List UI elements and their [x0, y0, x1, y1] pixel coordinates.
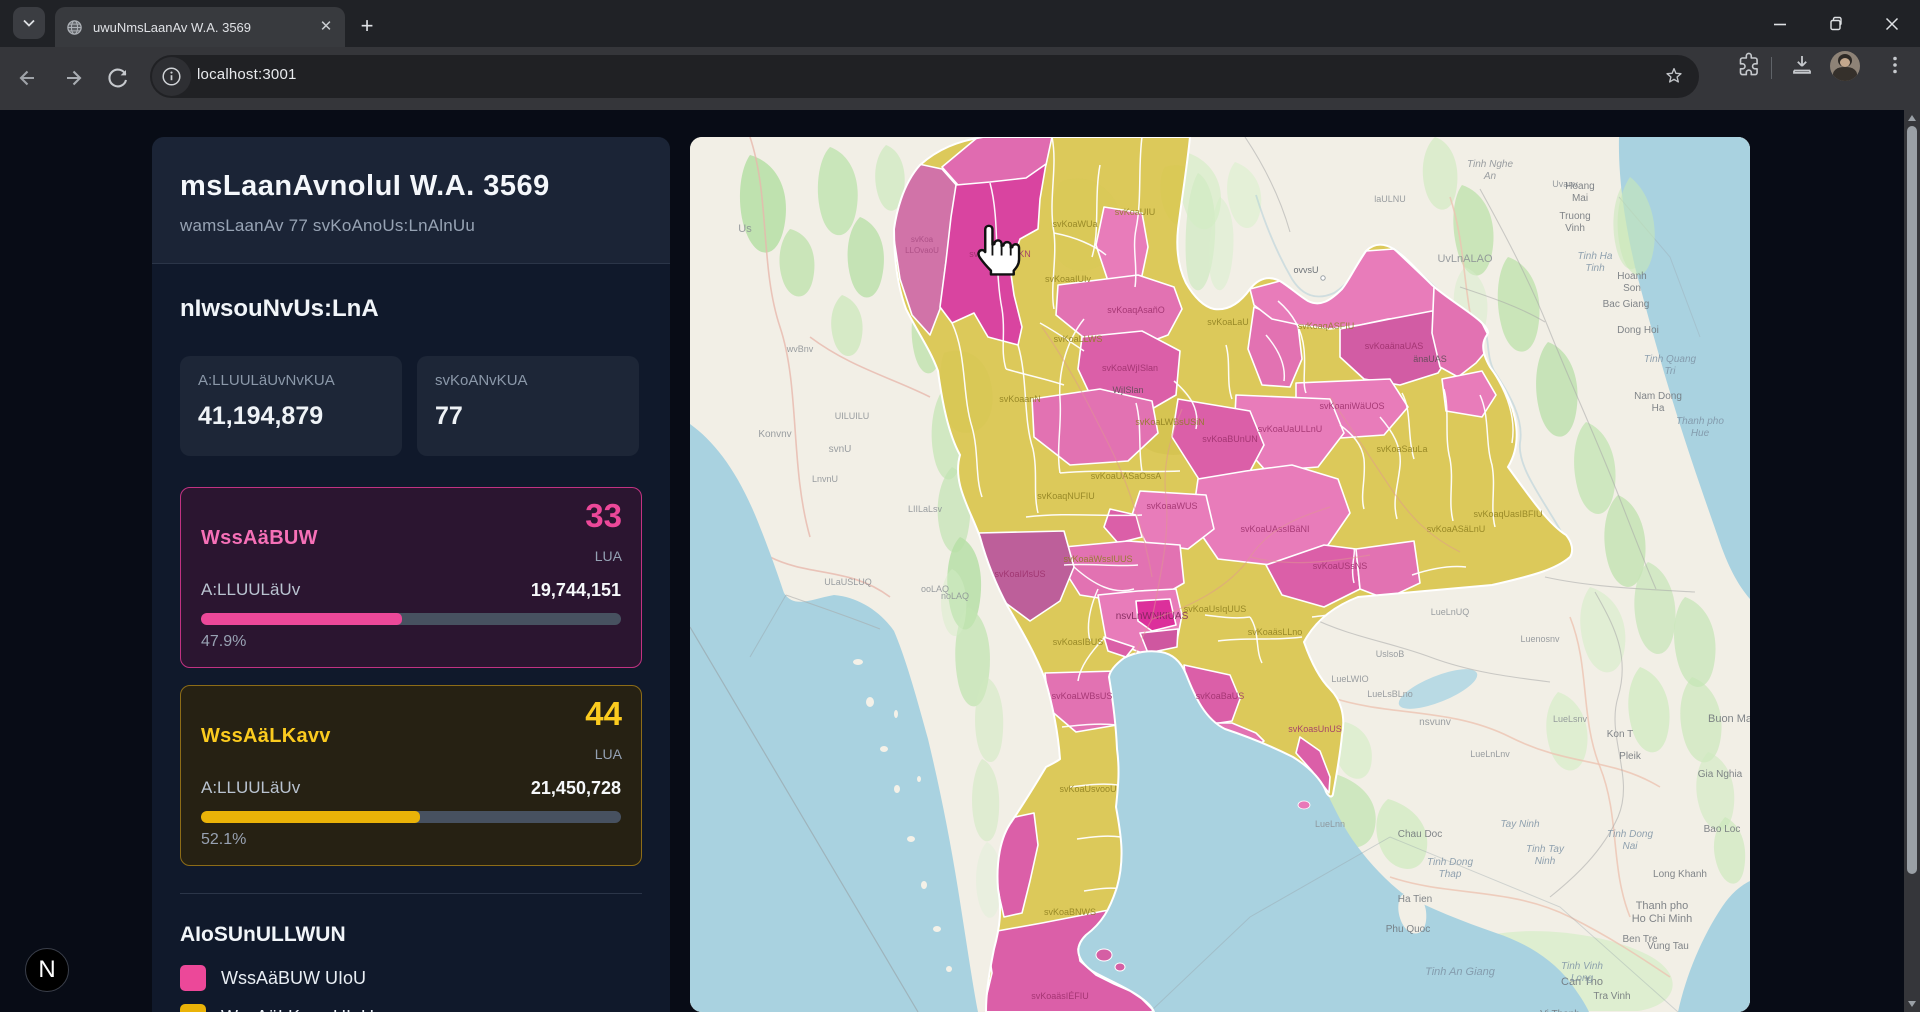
svg-text:LLOvaoU: LLOvaoU — [905, 246, 939, 255]
svg-text:Tinh An Giang: Tinh An Giang — [1425, 966, 1496, 978]
svg-text:LueLnUQ: LueLnUQ — [1431, 607, 1470, 617]
svg-text:svKoaniWäUOS: svKoaniWäUOS — [1319, 401, 1384, 411]
svg-text:Thap: Thap — [1439, 869, 1462, 880]
svg-text:svKoaanN: svKoaanN — [999, 394, 1041, 404]
svg-text:Ninh: Ninh — [1535, 856, 1556, 867]
svg-text:LueLsnv: LueLsnv — [1553, 714, 1588, 724]
svg-text:Truong: Truong — [1559, 211, 1590, 222]
svg-text:Vung Tau: Vung Tau — [1647, 941, 1689, 952]
svg-text:svKoaUASaOssA: svKoaUASaOssA — [1091, 471, 1162, 481]
svg-text:svKoaUAssIBäNI: svKoaUAssIBäNI — [1240, 524, 1309, 534]
svg-text:LueLWIО: LueLWIО — [1331, 674, 1368, 684]
svg-text:Kon T: Kon T — [1607, 729, 1634, 740]
svg-text:Mai: Mai — [1572, 193, 1588, 204]
svg-text:svKoaBaUS: svKoaBaUS — [1196, 691, 1245, 701]
svg-text:svKoaBNWS: svKoaBNWS — [1044, 907, 1096, 917]
svg-text:svKoaaIUIv: svKoaaIUIv — [1045, 274, 1092, 284]
svg-text:Gia Nghia: Gia Nghia — [1698, 769, 1743, 780]
svg-text:svKoaIИsUS: svKoaIИsUS — [995, 569, 1046, 579]
svg-text:UvLnALAO: UvLnALAO — [1437, 253, 1492, 265]
svg-text:ovvsU: ovvsU — [1293, 265, 1318, 275]
svg-text:nsvunv: nsvunv — [1419, 717, 1451, 728]
svg-text:Hoanh: Hoanh — [1617, 271, 1646, 282]
svg-text:Nai: Nai — [1622, 841, 1638, 852]
svg-text:Tri: Tri — [1665, 366, 1677, 377]
svg-text:Hoang: Hoang — [1565, 181, 1594, 192]
svg-text:svKoaqNUFIU: svKoaqNUFIU — [1037, 491, 1095, 501]
svg-text:WjISlan: WjISlan — [1112, 385, 1143, 395]
svg-text:svKoaUIU: svKoaUIU — [1115, 207, 1156, 217]
svg-text:Tinh Nghe: Tinh Nghe — [1467, 159, 1513, 170]
svg-text:LIILaLsv: LIILaLsv — [908, 504, 943, 514]
svg-text:LueLnLnv: LueLnLnv — [1470, 749, 1510, 759]
svg-text:Thanh pho: Thanh pho — [1636, 900, 1689, 912]
svg-text:Long: Long — [1571, 973, 1594, 984]
svg-text:Vinh: Vinh — [1565, 223, 1585, 234]
svg-text:Phu Quoc: Phu Quoc — [1386, 924, 1430, 935]
svg-text:Ha: Ha — [1652, 403, 1665, 414]
svg-text:svKoa: svKoa — [911, 235, 934, 244]
svg-text:svKoaWUa: svKoaWUa — [1052, 219, 1097, 229]
svg-text:Buon Ma: Buon Ma — [1708, 713, 1750, 725]
svg-text:wvBnv: wvBnv — [786, 344, 814, 354]
svg-text:Chau Doc: Chau Doc — [1398, 829, 1442, 840]
svg-text:Ha Tien: Ha Tien — [1398, 894, 1432, 905]
svg-text:svKoaqAsañO: svKoaqAsañO — [1107, 305, 1165, 315]
svg-text:svKoasUnUS: svKoasUnUS — [1288, 724, 1342, 734]
svg-text:svKoaUSsNS: svKoaUSsNS — [1313, 561, 1368, 571]
svg-text:UILUILU: UILUILU — [835, 411, 870, 421]
svg-text:Tra Vinh: Tra Vinh — [1593, 991, 1630, 1002]
svg-text:UslsoB: UslsoB — [1376, 649, 1405, 659]
svg-text:svKoaqASFIU: svKoaqASFIU — [1298, 321, 1355, 331]
svg-text:svKoaäsLLno: svKoaäsLLno — [1248, 627, 1303, 637]
svg-text:svKoaäsIÉFIU: svKoaäsIÉFIU — [1031, 991, 1089, 1001]
svg-text:Pleik: Pleik — [1619, 751, 1642, 762]
svg-text:Us: Us — [738, 223, 752, 235]
svg-text:svKoaLWBsUS: svKoaLWBsUS — [1052, 691, 1113, 701]
svg-text:laULNU: laULNU — [1374, 194, 1406, 204]
svg-text:svKoaänaUAS: svKoaänaUAS — [1365, 341, 1424, 351]
svg-text:Konvnv: Konvnv — [758, 429, 791, 440]
svg-text:svKoaUsvooU: svKoaUsvooU — [1059, 784, 1116, 794]
svg-text:Ho Chi Minh: Ho Chi Minh — [1632, 913, 1693, 925]
svg-text:LueLsBLno: LueLsBLno — [1367, 689, 1413, 699]
svg-text:LnvnU: LnvnU — [812, 474, 838, 484]
svg-text:An: An — [1483, 171, 1497, 182]
svg-text:änaUAS: änaUAS — [1413, 354, 1447, 364]
svg-text:ooLAQ: ooLAQ — [921, 584, 949, 594]
svg-text:Son: Son — [1623, 283, 1641, 294]
svg-text:Tinh Quang: Tinh Quang — [1644, 354, 1697, 365]
svg-text:svKoaLaU: svKoaLaU — [1207, 317, 1249, 327]
svg-text:Luenosnv: Luenosnv — [1520, 634, 1560, 644]
svg-text:Thanh pho: Thanh pho — [1676, 416, 1724, 427]
svg-text:Dong Hoi: Dong Hoi — [1617, 325, 1659, 336]
svg-text:Tinh Vinh: Tinh Vinh — [1561, 961, 1603, 972]
svg-text:svKoaSauLa: svKoaSauLa — [1376, 444, 1427, 454]
svg-text:svKoaUsIqUUS: svKoaUsIqUUS — [1184, 604, 1247, 614]
svg-text:Bao Loc: Bao Loc — [1704, 824, 1741, 835]
svg-text:Tinh Tay: Tinh Tay — [1526, 844, 1565, 855]
svg-text:svKoaLWBsUSiN: svKoaLWBsUSiN — [1135, 417, 1204, 427]
svg-text:svKoasIBUS: svKoasIBUS — [1053, 637, 1104, 647]
svg-text:Long Khanh: Long Khanh — [1653, 869, 1707, 880]
svg-text:svKoaBUnUN: svKoaBUnUN — [1202, 434, 1258, 444]
svg-text:svKoaASäLnU: svKoaASäLnU — [1427, 524, 1486, 534]
svg-text:Tinh Dong: Tinh Dong — [1607, 829, 1653, 840]
svg-text:Nam Dong: Nam Dong — [1634, 391, 1682, 402]
svg-text:Bac Giang: Bac Giang — [1603, 299, 1650, 310]
svg-text:LueLnn: LueLnn — [1315, 819, 1345, 829]
svg-text:svKoaqUasIBFIU: svKoaqUasIBFIU — [1473, 509, 1542, 519]
svg-text:Tinh: Tinh — [1585, 263, 1605, 274]
svg-text:svKoaLLWS: svKoaLLWS — [1054, 334, 1103, 344]
svg-text:svKoaaWUS: svKoaaWUS — [1146, 501, 1197, 511]
svg-text:svnU: svnU — [829, 444, 852, 455]
svg-text:Hue: Hue — [1691, 428, 1710, 439]
svg-text:svKoaWjISlan: svKoaWjISlan — [1102, 363, 1158, 373]
svg-text:Tay Ninh: Tay Ninh — [1500, 819, 1540, 830]
svg-text:ULaUSLUQ: ULaUSLUQ — [824, 577, 872, 587]
svg-text:svKoaäWssIUUS: svKoaäWssIUUS — [1063, 554, 1132, 564]
svg-text:Tinh Dong: Tinh Dong — [1427, 857, 1473, 868]
svg-text:Tinh Ha: Tinh Ha — [1578, 251, 1613, 262]
svg-text:svKoaUaULLnU: svKoaUaULLnU — [1258, 424, 1323, 434]
